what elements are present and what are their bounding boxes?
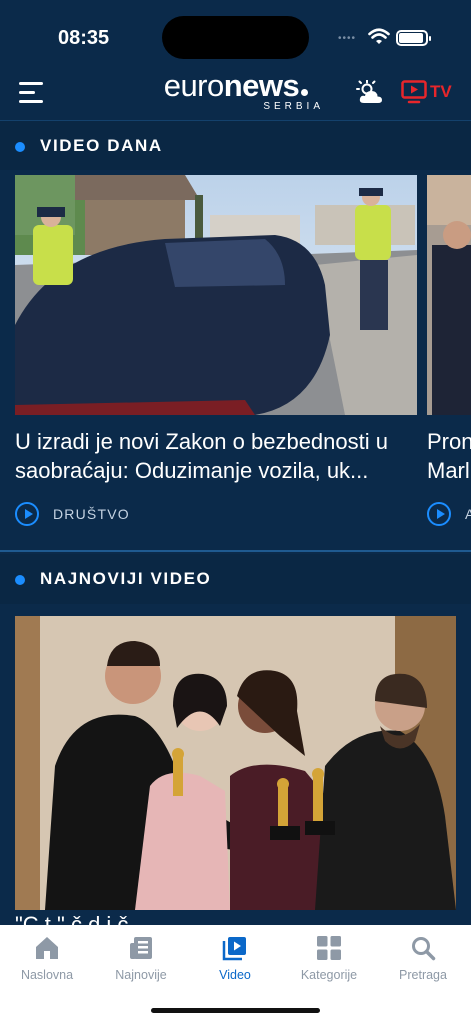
tab-najnovije[interactable]: Najnovije [94, 933, 188, 982]
hamburger-menu-icon[interactable] [19, 82, 45, 104]
battery-icon [396, 30, 431, 46]
video-icon [188, 933, 282, 963]
signal-icon: •••• [338, 33, 357, 44]
dynamic-island [162, 16, 309, 59]
bottom-tab-bar: Naslovna Najnovije Video Kategorije Pret… [0, 925, 471, 1024]
section-title: NAJNOVIJI VIDEO [40, 569, 212, 588]
tv-icon[interactable] [401, 80, 427, 104]
category-label: DRUŠTVO [53, 506, 130, 522]
section-header-video-dana: VIDEO DANA [0, 120, 471, 170]
search-icon [376, 933, 470, 963]
tab-label: Naslovna [20, 968, 74, 982]
section-header-najnoviji-video: NAJNOVIJI VIDEO [0, 554, 471, 604]
section-title: VIDEO DANA [40, 136, 163, 155]
logo-subtitle: SERBIA [263, 101, 324, 112]
logo-text-bold: news [223, 68, 300, 103]
section-divider [0, 550, 471, 552]
tab-video[interactable]: Video [188, 933, 282, 982]
euronews-logo[interactable]: euronews SERBIA [146, 68, 326, 113]
tab-label: Najnovije [115, 968, 167, 982]
tv-link[interactable]: TV [430, 82, 452, 102]
status-time: 08:35 [58, 27, 110, 49]
video-title[interactable]: Pron Marl [427, 427, 471, 485]
news-icon [94, 933, 188, 963]
tab-kategorije[interactable]: Kategorije [282, 933, 376, 982]
category-label: A [465, 506, 471, 522]
section-dot-icon [15, 575, 25, 585]
play-icon[interactable] [427, 502, 451, 526]
weather-icon[interactable] [356, 80, 384, 106]
app-header: euronews SERBIA TV [0, 70, 471, 120]
status-bar: 08:35 •••• [0, 0, 471, 70]
wifi-icon [368, 28, 390, 44]
video-category[interactable]: DRUŠTVO [15, 502, 130, 526]
play-icon[interactable] [15, 502, 39, 526]
video-title[interactable]: U izradi je novi Zakon o bezbednosti u s… [15, 427, 425, 485]
tab-label: Kategorije [300, 968, 358, 982]
tab-pretraga[interactable]: Pretraga [376, 933, 470, 982]
tab-label: Video [219, 968, 251, 982]
logo-text-light: euro [163, 68, 225, 103]
tab-naslovna[interactable]: Naslovna [0, 933, 94, 982]
tab-label: Pretraga [399, 968, 447, 982]
home-icon [0, 933, 94, 963]
video-thumbnail[interactable] [427, 175, 471, 415]
section-dot-icon [15, 142, 25, 152]
home-indicator[interactable] [151, 1008, 320, 1013]
video-thumbnail[interactable] [15, 175, 417, 415]
featured-video-thumbnail[interactable] [15, 616, 456, 910]
video-category[interactable]: A [427, 502, 471, 526]
grid-icon [282, 933, 376, 963]
